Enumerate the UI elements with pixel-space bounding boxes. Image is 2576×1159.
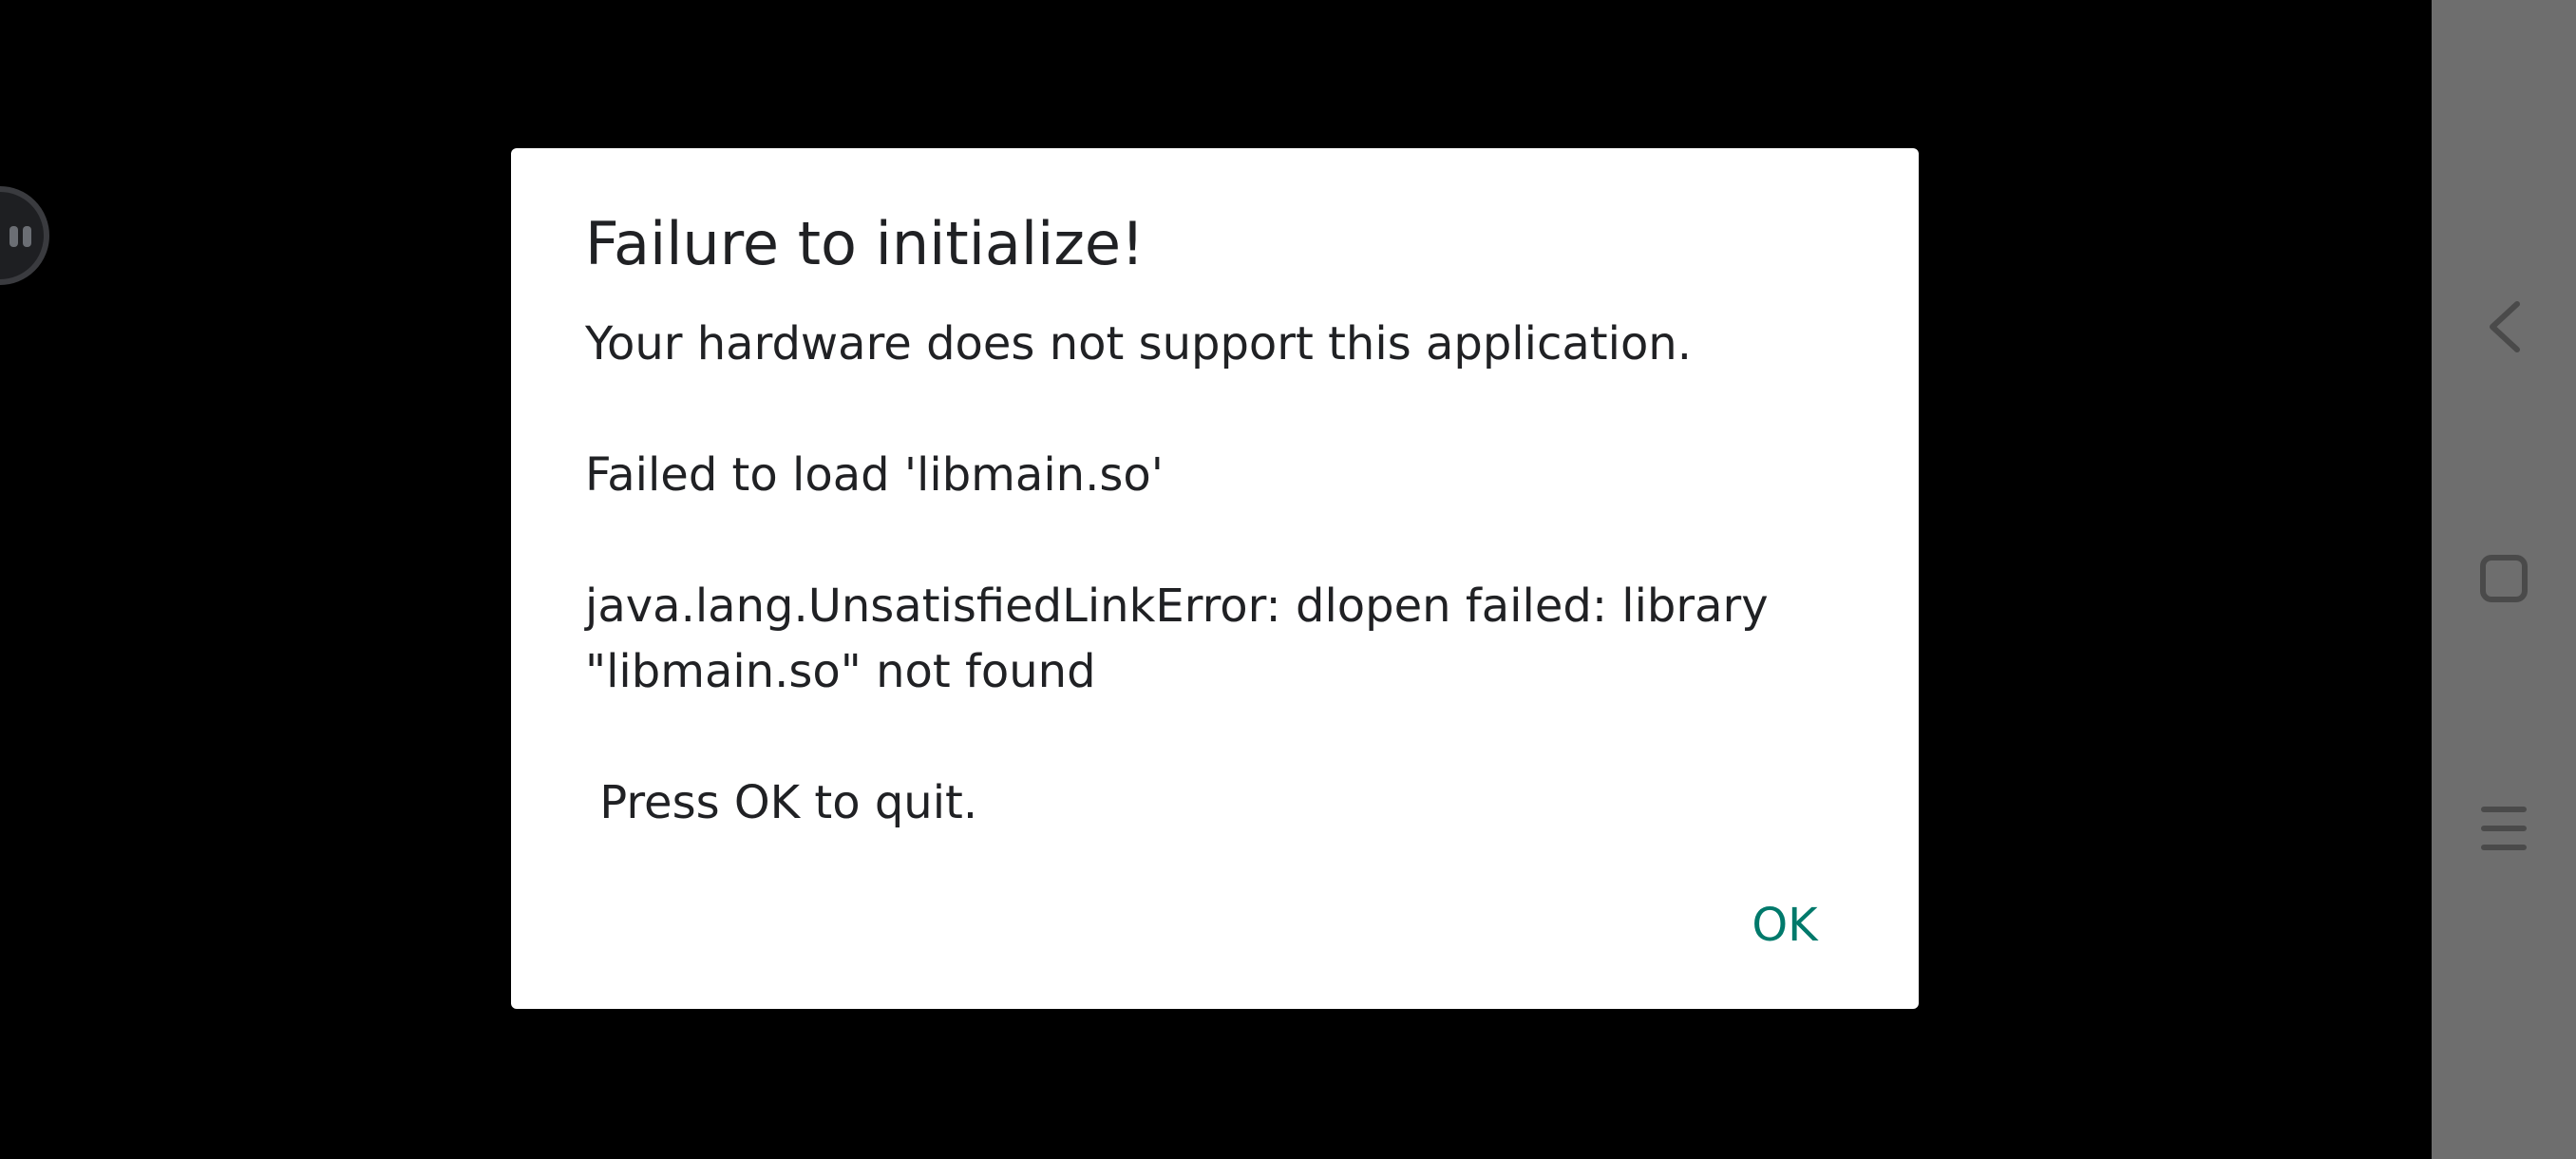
floating-ball-eye (23, 226, 31, 247)
home-button[interactable] (2466, 541, 2542, 617)
ok-button[interactable]: OK (1733, 887, 1837, 963)
dialog-title: Failure to initialize! (585, 209, 1145, 278)
home-icon (2480, 555, 2528, 602)
navigation-bar (2432, 0, 2576, 1159)
app-screen: Failure to initialize! Your hardware doe… (0, 0, 2432, 1159)
back-button[interactable] (2466, 289, 2542, 365)
recents-button[interactable] (2466, 790, 2542, 866)
recents-icon (2481, 807, 2527, 850)
dialog-message: Your hardware does not support this appl… (585, 317, 1769, 829)
back-icon (2490, 301, 2520, 352)
error-dialog: Failure to initialize! Your hardware doe… (511, 148, 1919, 1009)
floating-ball-eye (9, 226, 18, 247)
floating-assistant-icon[interactable] (0, 186, 49, 285)
